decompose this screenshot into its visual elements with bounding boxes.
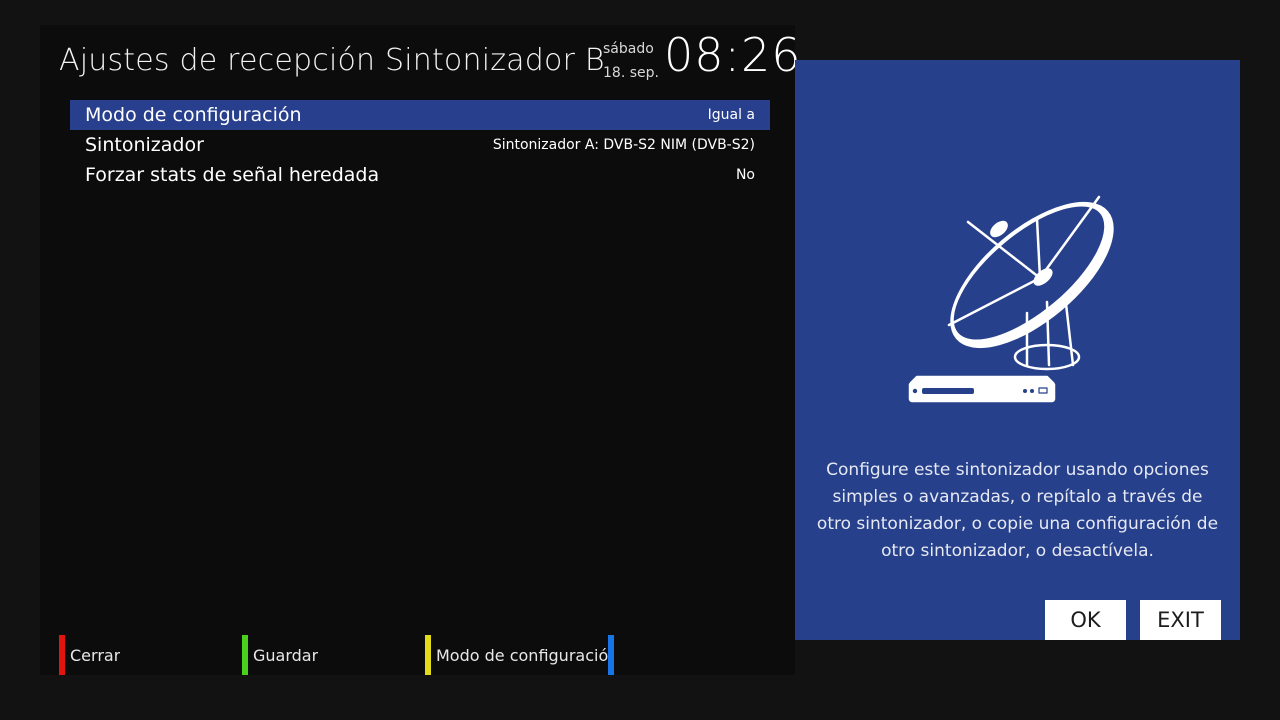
blue-button[interactable] [608,635,619,675]
clock: 08:26 [664,28,802,82]
ok-button[interactable]: OK [1045,600,1126,640]
yellow-button[interactable]: Modo de configuración [425,635,608,675]
row-label: Sintonizador [85,134,204,156]
row-value: Igual a [707,107,755,123]
blue-key-marker [608,635,614,675]
green-key-marker [242,635,248,675]
help-panel: Configure este sintonizador usando opcio… [795,60,1240,640]
exit-button[interactable]: EXIT [1140,600,1221,640]
config-row-tuner[interactable]: Sintonizador Sintonizador A: DVB-S2 NIM … [70,130,770,160]
red-key-marker [59,635,65,675]
config-row-legacy-signal-stats[interactable]: Forzar stats de señal heredada No [70,160,770,190]
satellite-dish-receiver-icon [908,195,1114,403]
row-value: No [735,167,755,183]
page-title: Ajustes de recepción Sintonizador B [59,43,605,78]
day-label: sábado [603,41,654,57]
yellow-button-label: Modo de configuración [436,645,608,665]
green-button[interactable]: Guardar [242,635,318,675]
help-text: Configure este sintonizador usando opcio… [816,460,1219,561]
red-button[interactable]: Cerrar [59,635,120,675]
screen: Ajustes de recepción Sintonizador B sába… [0,0,1280,720]
row-label: Forzar stats de señal heredada [85,164,380,186]
date-display: sábado 18. sep. [603,37,659,85]
config-row-setup-mode[interactable]: Modo de configuración Igual a [70,100,770,130]
config-list: Modo de configuración Igual a Sintonizad… [70,100,770,190]
yellow-key-marker [425,635,431,675]
row-label: Modo de configuración [85,104,302,126]
row-value: Sintonizador A: DVB-S2 NIM (DVB-S2) [492,137,755,153]
green-button-label: Guardar [253,645,319,665]
red-button-label: Cerrar [70,645,121,665]
color-button-bar: Cerrar Guardar Modo de configuración [59,635,659,675]
date-label: 18. sep. [603,65,659,81]
